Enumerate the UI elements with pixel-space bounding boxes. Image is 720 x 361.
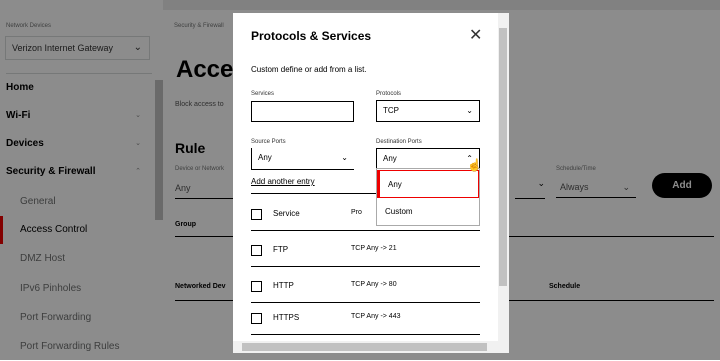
row-checkbox[interactable] — [251, 313, 262, 324]
divider — [251, 266, 480, 267]
close-icon[interactable]: ✕ — [469, 25, 482, 45]
modal-vertical-scroll-thumb[interactable] — [499, 28, 507, 286]
divider — [251, 193, 376, 194]
service-name: HTTP — [273, 281, 294, 290]
table-row[interactable]: HTTP TCP Any -> 80 — [251, 271, 480, 303]
service-column-header: Service — [273, 209, 300, 218]
hand-pointer-icon: ☝ — [467, 158, 482, 172]
divider — [251, 230, 480, 231]
source-ports-value: Any — [258, 153, 272, 162]
dropdown-option-any[interactable]: Any — [377, 170, 479, 198]
modal-description: Custom define or add from a list. — [251, 65, 367, 74]
dropdown-option-custom[interactable]: Custom — [377, 198, 479, 226]
services-input[interactable] — [251, 101, 354, 122]
add-another-entry-link[interactable]: Add another entry — [251, 177, 315, 186]
modal-horizontal-scroll-thumb[interactable] — [242, 343, 487, 351]
protocols-label: Protocols — [376, 91, 402, 97]
services-label: Services — [251, 91, 275, 97]
protocols-select[interactable]: TCP ⌄ — [376, 100, 480, 122]
row-checkbox[interactable] — [251, 245, 262, 256]
service-name: FTP — [273, 245, 289, 254]
service-protocol: TCP Any -> 443 — [351, 313, 401, 320]
service-name: HTTPS — [273, 313, 300, 322]
table-row[interactable]: HTTPS TCP Any -> 443 — [251, 303, 480, 335]
source-ports-label: Source Ports — [251, 139, 286, 145]
row-checkbox[interactable] — [251, 281, 262, 292]
destination-ports-value: Any — [383, 154, 397, 163]
table-row[interactable]: FTP TCP Any -> 21 — [251, 235, 480, 267]
service-protocol: TCP Any -> 21 — [351, 245, 397, 252]
destination-ports-label: Destination Ports — [376, 139, 422, 145]
chevron-down-icon: ⌄ — [466, 106, 473, 115]
source-ports-select[interactable]: Any ⌄ — [251, 148, 354, 170]
protocol-column-header: Pro — [351, 209, 362, 216]
select-all-checkbox[interactable] — [251, 209, 262, 220]
protocols-value: TCP — [383, 106, 399, 115]
destination-ports-dropdown: Any Custom — [376, 168, 480, 226]
modal-title: Protocols & Services — [251, 29, 372, 43]
service-protocol: TCP Any -> 80 — [351, 281, 397, 288]
destination-ports-select[interactable]: Any ⌃ — [376, 148, 480, 170]
chevron-down-icon: ⌄ — [341, 153, 348, 162]
protocols-services-modal: Protocols & Services ✕ Custom define or … — [233, 13, 509, 353]
